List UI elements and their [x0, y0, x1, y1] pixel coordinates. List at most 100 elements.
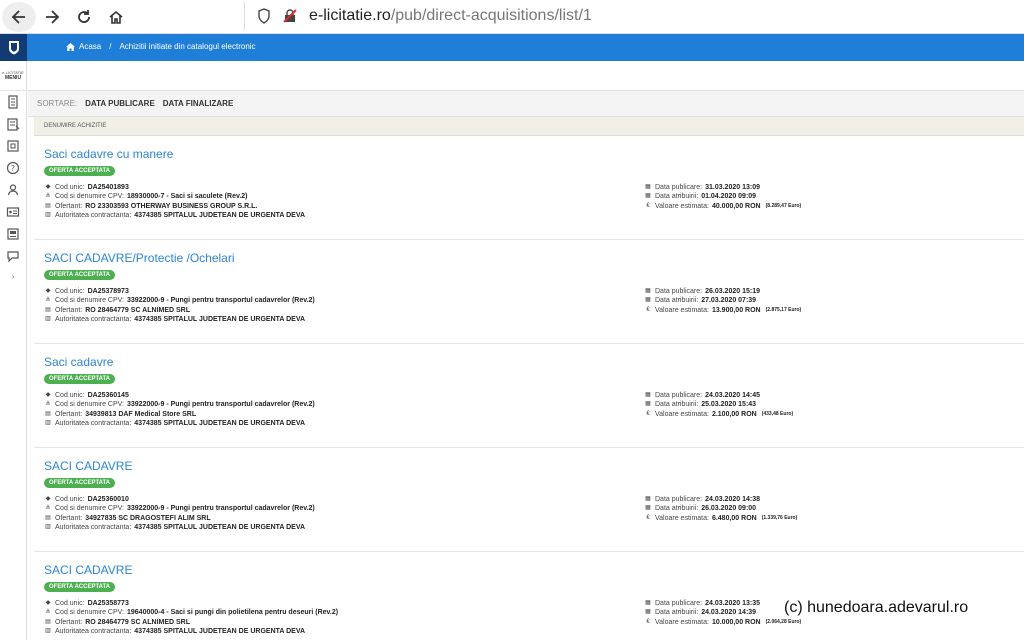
data-publicare-label: Data publicare:: [655, 600, 703, 607]
valoare-euro: (2.875,17 Euro): [765, 306, 802, 313]
home-icon: [109, 10, 123, 24]
column-header-label: DENUMIRE ACHIZITIE: [44, 123, 107, 129]
status-badge: OFERTA ACCEPTATA: [44, 374, 116, 384]
data-atribuirii-label: Data atribuirii:: [655, 297, 699, 305]
item-details-left: ◆ Cod unic: DA25360145 ⋔ Cod si denumire CP…: [44, 391, 315, 428]
item-details-right: ▦ Data publicare: 24.03.2020 14:38 ▦ Data a…: [644, 495, 797, 523]
item-title-link[interactable]: SACI CADAVRE/Protectie /Ochelari: [44, 251, 235, 265]
home-button[interactable]: [100, 2, 132, 32]
tag-icon: ◆: [45, 184, 51, 190]
data-atribuirii-value: 01.04.2020 09:09: [701, 193, 757, 201]
ofertant-value: RO 28464779 SC ALNIMED SRL: [85, 306, 191, 314]
calendar-icon: ▦: [645, 600, 651, 606]
data-publicare-label: Data publicare:: [655, 392, 703, 399]
shield-logo-icon: [8, 41, 19, 55]
data-publicare-value: 24.03.2020 14:38: [705, 496, 760, 503]
status-badge: OFERTA ACCEPTATA: [44, 270, 116, 280]
data-atribuirii-label: Data atribuirii:: [655, 609, 699, 617]
sidebar-expand-button[interactable]: ›: [0, 267, 26, 285]
url-path: /pub/direct-acquisitions/list/1: [390, 7, 592, 24]
menu-toggle[interactable]: e-LICITATIE MENIU: [0, 61, 26, 91]
sitemap-icon: ⋔: [45, 609, 51, 616]
reload-button[interactable]: [68, 2, 100, 32]
item-title-link[interactable]: SACI CADAVRE: [44, 459, 132, 473]
sidebar-item-chat[interactable]: [0, 245, 26, 267]
valoare-value: 6.480,00 RON: [711, 514, 757, 522]
calendar-icon: ▦: [645, 184, 651, 190]
euro-icon: €: [646, 618, 650, 625]
cpv-label: Cod si denumire CPV:: [55, 609, 124, 617]
valoare-value: 10.000,00 RON: [711, 618, 761, 626]
sidebar-item-id-card[interactable]: [0, 201, 26, 223]
status-badge: OFERTA ACCEPTATA: [44, 478, 116, 488]
euro-icon: €: [646, 202, 650, 209]
calendar-icon: ▦: [645, 392, 651, 398]
shop-icon: [7, 140, 19, 152]
svg-text:?: ?: [11, 164, 15, 173]
euro-icon: €: [646, 514, 650, 521]
calendar-icon: ▦: [645, 609, 651, 616]
cpv-value: 33922000-9 - Pungi pentru transportul ca…: [127, 505, 315, 513]
building-icon: ▤: [45, 514, 51, 521]
valoare-label: Valoare estimata:: [655, 514, 709, 522]
item-details-left: ◆ Cod unic: DA25378973 ⋔ Cod si denumire CP…: [44, 287, 315, 324]
data-atribuirii-value: 24.03.2020 14:39: [701, 609, 757, 617]
sidebar-item-help[interactable]: ?: [0, 157, 26, 179]
breadcrumb-separator: /: [109, 42, 112, 51]
breadcrumb: Acasa / Achizitii initiate din catalogul…: [66, 42, 256, 51]
data-publicare-value: 26.03.2020 15:19: [705, 288, 760, 295]
building-icon: ▤: [45, 618, 51, 625]
address-bar[interactable]: e-licitatie.ro/pub/direct-acquisitions/l…: [244, 2, 1024, 30]
data-atribuirii-label: Data atribuirii:: [655, 193, 699, 201]
autoritate-value: 4374385 SPITALUL JUDETEAN DE URGENTA DEV…: [134, 315, 306, 323]
chat-icon: [7, 251, 19, 263]
site-logo[interactable]: [0, 34, 27, 61]
building-icon: ▤: [45, 202, 51, 209]
cod-unic-value: DA25360010: [87, 496, 129, 503]
autoritate-value: 4374385 SPITALUL JUDETEAN DE URGENTA DEV…: [134, 523, 306, 531]
sidebar-item-shop[interactable]: [0, 135, 26, 157]
data-publicare-label: Data publicare:: [655, 288, 703, 295]
sitemap-icon: ⋔: [45, 193, 51, 200]
home-icon[interactable]: [66, 42, 75, 51]
ofertant-label: Ofertant:: [55, 618, 83, 626]
breadcrumb-current: Achizitii initiate din catalogul electro…: [119, 42, 256, 51]
item-details-left: ◆ Cod unic: DA25360010 ⋔ Cod si denumire CP…: [44, 495, 315, 532]
valoare-euro: (433,48 Euro): [761, 410, 794, 417]
item-title-link[interactable]: Saci cadavre cu manere: [44, 147, 173, 161]
sort-option-data-publicare[interactable]: DATA PUBLICARE: [85, 99, 155, 108]
sidebar-item-documents[interactable]: [0, 91, 26, 113]
cod-unic-value: DA25358773: [87, 600, 129, 607]
autoritate-label: Autoritatea contractanta:: [55, 419, 132, 427]
data-publicare-value: 24.03.2020 13:35: [705, 600, 760, 607]
watermark: (c) hunedoara.adevarul.ro: [784, 599, 969, 616]
calendar-icon: ▦: [645, 288, 651, 294]
sidebar-item-reports[interactable]: [0, 223, 26, 245]
list-item: Saci cadavre OFERTA ACCEPTATA ◆ Cod unic:…: [34, 344, 1024, 448]
item-details-left: ◆ Cod unic: DA25358773 ⋔ Cod si denumire CP…: [44, 599, 338, 636]
sort-option-data-finalizare[interactable]: DATA FINALIZARE: [163, 99, 234, 108]
page-top-strip: [28, 61, 1024, 91]
cod-unic-label: Cod unic:: [55, 288, 85, 295]
breadcrumb-home-link[interactable]: Acasa: [79, 42, 101, 51]
ofertant-label: Ofertant:: [55, 514, 83, 522]
column-header: DENUMIRE ACHIZITIE: [34, 117, 1024, 136]
cod-unic-label: Cod unic:: [55, 600, 85, 607]
item-title-link[interactable]: SACI CADAVRE: [44, 563, 132, 577]
sidebar-item-list[interactable]: [0, 113, 26, 135]
browser-toolbar: e-licitatie.ro/pub/direct-acquisitions/l…: [0, 0, 1024, 34]
sidebar-item-users[interactable]: [0, 179, 26, 201]
data-publicare-value: 31.03.2020 13:09: [705, 184, 760, 191]
item-title-link[interactable]: Saci cadavre: [44, 355, 113, 369]
autoritate-label: Autoritatea contractanta:: [55, 627, 132, 635]
back-button[interactable]: [2, 1, 36, 32]
item-details-left: ◆ Cod unic: DA25401893 ⋔ Cod si denumire CP…: [44, 183, 305, 220]
sort-label: SORTARE:: [37, 99, 78, 108]
url-text: e-licitatie.ro/pub/direct-acquisitions/l…: [309, 7, 592, 25]
building-icon: ▤: [45, 410, 51, 417]
sort-bar: SORTARE: DATA PUBLICARE DATA FINALIZARE: [28, 91, 1024, 117]
item-details-right: ▦ Data publicare: 24.03.2020 14:45 ▦ Data a…: [644, 391, 793, 419]
forward-button[interactable]: [36, 2, 68, 32]
ofertant-value: 34939813 DAF Medical Store SRL: [85, 410, 197, 418]
ofertant-label: Ofertant:: [55, 202, 83, 210]
